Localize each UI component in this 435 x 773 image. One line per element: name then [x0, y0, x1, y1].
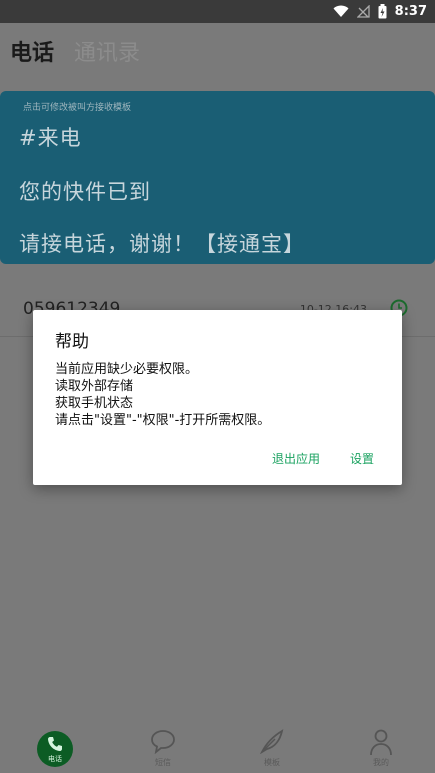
- nav-item-template[interactable]: 模板: [242, 722, 302, 773]
- template-line-3: 请接电话，谢谢！【接通宝】: [19, 232, 305, 256]
- nav-item-mine[interactable]: 我的: [351, 722, 411, 773]
- chat-bubble-icon: [151, 730, 175, 754]
- tab-contacts[interactable]: 通讯录: [74, 35, 140, 67]
- template-hint: 点击可修改被叫方接收模板: [23, 103, 132, 113]
- dialog-line: 读取外部存储: [55, 379, 134, 394]
- person-icon: [370, 729, 392, 756]
- settings-button[interactable]: 设置: [350, 450, 374, 467]
- tab-phone[interactable]: 电话: [10, 35, 54, 67]
- nav-phone-active-circle: 电话: [37, 731, 73, 767]
- top-tabs: 电话 通讯录: [0, 23, 435, 75]
- wifi-icon: [333, 5, 349, 17]
- dialog-line: 当前应用缺少必要权限。: [55, 362, 199, 377]
- dialog-message: 当前应用缺少必要权限。 读取外部存储 获取手机状态 请点击"设置"-"权限"-打…: [55, 361, 270, 429]
- nav-label-mine: 我的: [373, 758, 389, 767]
- battery-icon: [378, 4, 387, 19]
- no-signal-icon: [356, 5, 370, 18]
- help-dialog: 帮助 当前应用缺少必要权限。 读取外部存储 获取手机状态 请点击"设置"-"权限…: [33, 310, 402, 485]
- phone-icon: [48, 736, 62, 751]
- status-time: 8:37: [394, 4, 427, 19]
- bottom-nav: 电话 短信 模板 我的: [0, 722, 435, 773]
- dialog-title: 帮助: [55, 332, 89, 352]
- nav-label-template: 模板: [264, 758, 280, 767]
- nav-label-phone: 电话: [48, 754, 62, 763]
- nav-label-sms: 短信: [155, 758, 171, 767]
- dialog-line: 获取手机状态: [55, 396, 134, 411]
- feather-icon: [259, 729, 284, 754]
- nav-item-phone[interactable]: 电话: [32, 722, 92, 773]
- nav-item-sms[interactable]: 短信: [133, 722, 193, 773]
- template-line-1: #来电: [19, 126, 82, 150]
- template-card[interactable]: 点击可修改被叫方接收模板 #来电 您的快件已到 请接电话，谢谢！【接通宝】: [0, 91, 435, 264]
- status-bar: 8:37: [0, 0, 435, 23]
- dialog-line: 请点击"设置"-"权限"-打开所需权限。: [55, 413, 271, 428]
- template-line-2: 您的快件已到: [19, 180, 151, 204]
- exit-app-button[interactable]: 退出应用: [272, 450, 320, 467]
